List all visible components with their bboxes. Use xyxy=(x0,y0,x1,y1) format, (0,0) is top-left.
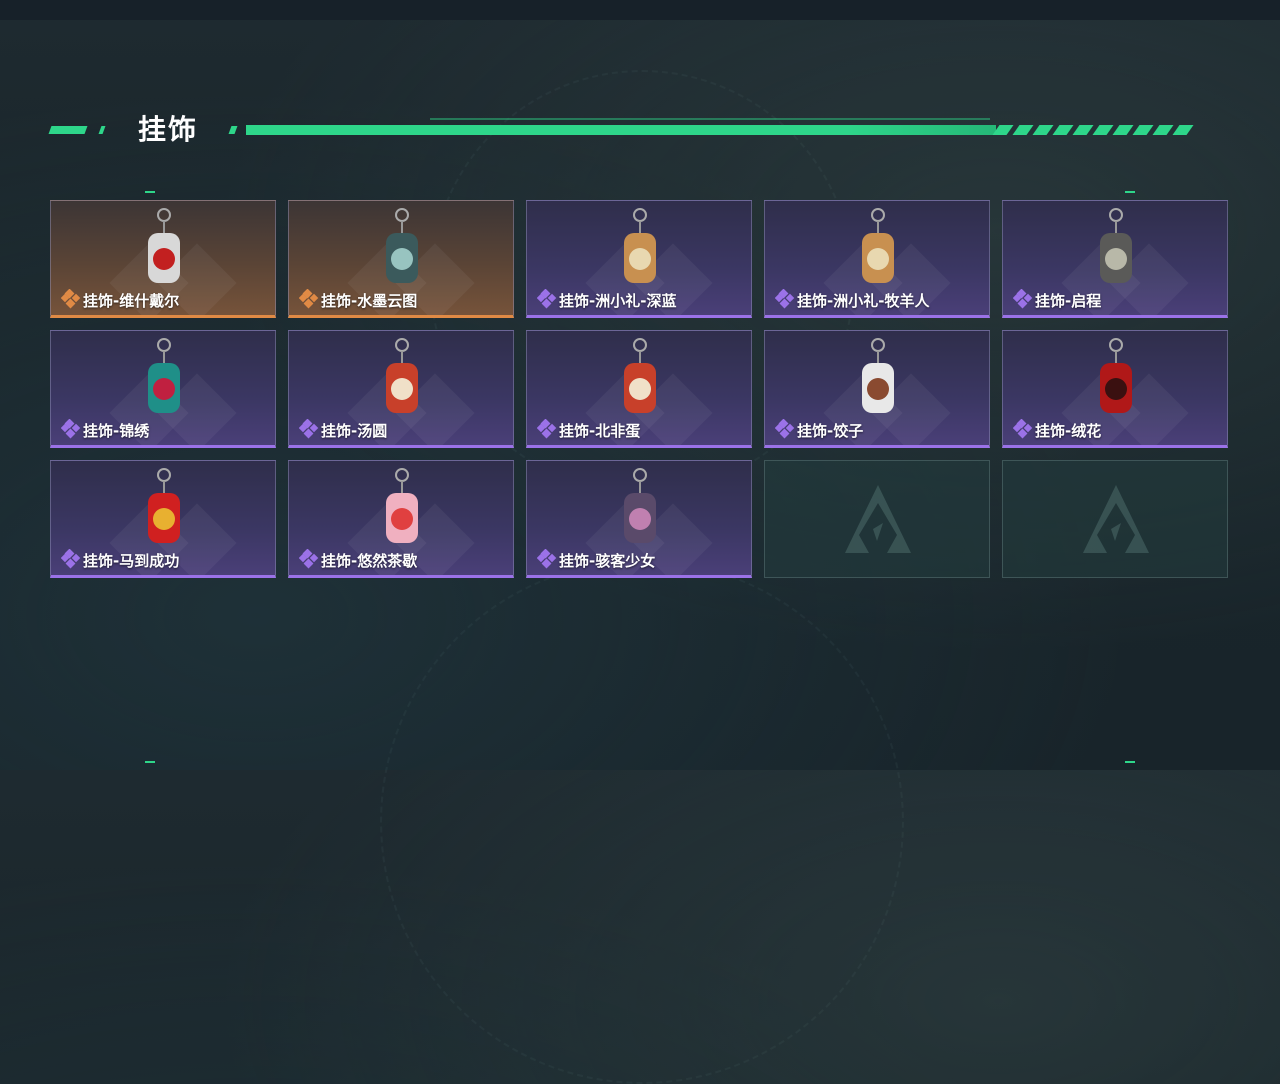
item-label: 挂饰-锦绣 xyxy=(83,422,150,440)
item-card[interactable]: 挂饰-汤圆 xyxy=(288,330,514,448)
corner-tick xyxy=(1125,761,1135,763)
header-accent xyxy=(228,126,238,134)
keychain-device-icon xyxy=(610,467,670,553)
keychain-bowl-icon xyxy=(372,337,432,423)
item-card[interactable]: 挂饰-绒花 xyxy=(1002,330,1228,448)
rarity-icon xyxy=(298,288,319,309)
keychain-box-character-icon xyxy=(848,207,908,293)
item-label: 挂饰-悠然茶歇 xyxy=(321,552,418,570)
game-logo-icon xyxy=(843,483,913,559)
item-label: 挂饰-骇客少女 xyxy=(559,552,656,570)
item-label: 挂饰-启程 xyxy=(1035,292,1102,310)
corner-tick xyxy=(145,761,155,763)
header-line xyxy=(246,125,996,135)
rarity-icon xyxy=(774,288,795,309)
empty-slot xyxy=(1002,460,1228,578)
keychain-bowl-icon xyxy=(610,337,670,423)
keychain-cupcake-icon xyxy=(372,467,432,553)
item-label: 挂饰-马到成功 xyxy=(83,552,180,570)
keychain-rose-icon xyxy=(1086,337,1146,423)
item-label: 挂饰-北非蛋 xyxy=(559,422,641,440)
rarity-icon xyxy=(298,548,319,569)
rarity-icon xyxy=(774,418,795,439)
rarity-icon xyxy=(298,418,319,439)
keychain-cat-icon xyxy=(372,207,432,293)
item-label: 挂饰-洲小礼-牧羊人 xyxy=(797,292,930,310)
header-line-thin xyxy=(430,118,990,120)
keychain-red-can-icon xyxy=(134,207,194,293)
header-accent xyxy=(98,126,106,134)
top-bar xyxy=(0,0,1280,20)
section-title: 挂饰 xyxy=(138,113,199,146)
item-card[interactable]: 挂饰-锦绣 xyxy=(50,330,276,448)
item-label: 挂饰-绒花 xyxy=(1035,422,1102,440)
header-accent xyxy=(48,126,88,134)
rarity-icon xyxy=(1012,418,1033,439)
empty-slot xyxy=(764,460,990,578)
rarity-icon xyxy=(60,418,81,439)
item-card[interactable]: 挂饰-水墨云图 xyxy=(288,200,514,318)
item-card[interactable]: 挂饰-启程 xyxy=(1002,200,1228,318)
item-label: 挂饰-洲小礼-深蓝 xyxy=(559,292,677,310)
keychain-dumplings-icon xyxy=(848,337,908,423)
keychain-round-emblem-icon xyxy=(1086,207,1146,293)
item-label: 挂饰-饺子 xyxy=(797,422,864,440)
item-label: 挂饰-维什戴尔 xyxy=(83,292,180,310)
item-card[interactable]: 挂饰-北非蛋 xyxy=(526,330,752,448)
rarity-icon xyxy=(60,548,81,569)
item-card[interactable]: 挂饰-马到成功 xyxy=(50,460,276,578)
keychain-red-horse-icon xyxy=(134,467,194,553)
keychain-box-character-icon xyxy=(610,207,670,293)
rarity-icon xyxy=(536,418,557,439)
item-card[interactable]: 挂饰-洲小礼-牧羊人 xyxy=(764,200,990,318)
item-label: 挂饰-汤圆 xyxy=(321,422,388,440)
section-header: 挂饰 xyxy=(48,108,1210,148)
item-card[interactable]: 挂饰-悠然茶歇 xyxy=(288,460,514,578)
background-circle xyxy=(380,560,904,1084)
corner-tick xyxy=(145,191,155,193)
corner-tick xyxy=(1125,191,1135,193)
item-label: 挂饰-水墨云图 xyxy=(321,292,418,310)
item-card[interactable]: 挂饰-骇客少女 xyxy=(526,460,752,578)
rarity-icon xyxy=(60,288,81,309)
game-logo-icon xyxy=(1081,483,1151,559)
rarity-icon xyxy=(536,288,557,309)
keychain-butterfly-icon xyxy=(134,337,194,423)
rarity-icon xyxy=(536,548,557,569)
item-card[interactable]: 挂饰-洲小礼-深蓝 xyxy=(526,200,752,318)
item-card[interactable]: 挂饰-维什戴尔 xyxy=(50,200,276,318)
item-card[interactable]: 挂饰-饺子 xyxy=(764,330,990,448)
header-checker-pattern xyxy=(992,125,1202,135)
rarity-icon xyxy=(1012,288,1033,309)
